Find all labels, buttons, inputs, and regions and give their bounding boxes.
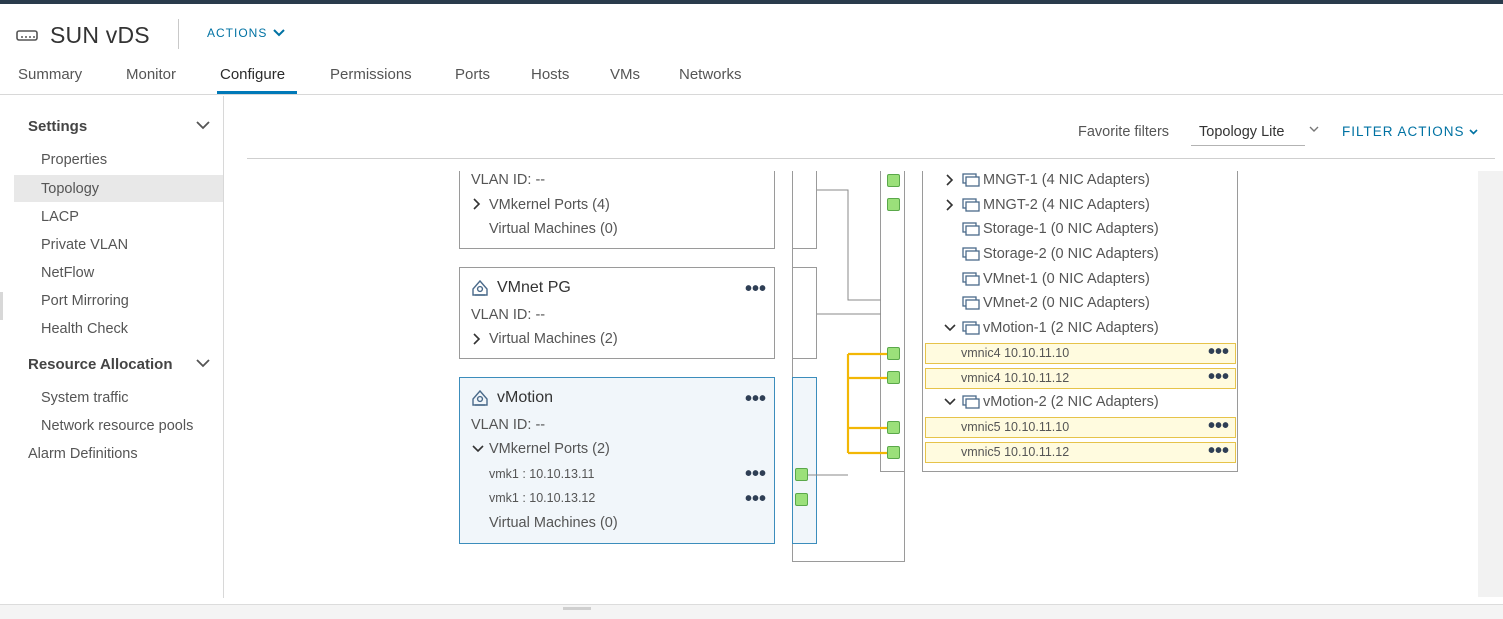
uplink-row[interactable]: Storage-1 (0 NIC Adapters) xyxy=(983,221,1159,237)
more-options-icon[interactable]: ••• xyxy=(1208,342,1229,362)
chevron-down-icon[interactable] xyxy=(944,398,956,406)
uplink-group-icon xyxy=(962,321,980,335)
uplink-port[interactable] xyxy=(887,198,900,211)
more-options-icon[interactable]: ••• xyxy=(1208,416,1229,436)
uplink-group-icon xyxy=(962,247,980,261)
chevron-down-icon[interactable] xyxy=(944,324,956,332)
uplink-group-icon xyxy=(962,395,980,409)
uplink-row[interactable]: Storage-2 (0 NIC Adapters) xyxy=(983,246,1159,262)
uplink-row[interactable]: VMnet-1 (0 NIC Adapters) xyxy=(983,271,1150,287)
chevron-right-icon[interactable] xyxy=(946,174,954,186)
uplink-group-icon xyxy=(962,222,980,236)
uplink-row[interactable]: MNGT-2 (4 NIC Adapters) xyxy=(983,197,1150,213)
chevron-right-icon[interactable] xyxy=(946,199,954,211)
more-options-icon[interactable]: ••• xyxy=(1208,367,1229,387)
uplink-row[interactable]: VMnet-2 (0 NIC Adapters) xyxy=(983,295,1150,311)
uplink-group-icon xyxy=(962,173,980,187)
uplink-group-icon xyxy=(962,296,980,310)
topology-connections xyxy=(808,189,894,476)
uplink-row[interactable]: vMotion-2 (2 NIC Adapters) xyxy=(983,394,1159,410)
nic-row[interactable]: vmnic4 10.10.11.12 ••• xyxy=(925,367,1236,389)
nic-label: vmnic4 10.10.11.10 xyxy=(961,346,1070,360)
uplink-row[interactable]: vMotion-1 (2 NIC Adapters) xyxy=(983,320,1159,336)
nic-label: vmnic4 10.10.11.12 xyxy=(961,371,1070,385)
bottom-panel-bar xyxy=(0,604,1503,619)
nic-row[interactable]: vmnic4 10.10.11.10 ••• xyxy=(925,342,1236,364)
nic-label: vmnic5 10.10.11.10 xyxy=(961,420,1070,434)
uplink-port[interactable] xyxy=(887,421,900,434)
vmkernel-port[interactable] xyxy=(795,468,808,481)
uplink-port[interactable] xyxy=(887,446,900,459)
uplink-port[interactable] xyxy=(887,371,900,384)
nic-row[interactable]: vmnic5 10.10.11.12 ••• xyxy=(925,441,1236,463)
uplink-row[interactable]: MNGT-1 (4 NIC Adapters) xyxy=(983,172,1150,188)
bottom-panel-handle[interactable] xyxy=(563,607,591,610)
uplink-port[interactable] xyxy=(887,347,900,360)
more-options-icon[interactable]: ••• xyxy=(1208,441,1229,461)
nic-row[interactable]: vmnic5 10.10.11.10 ••• xyxy=(925,416,1236,438)
uplink-port[interactable] xyxy=(887,174,900,187)
uplink-group-icon xyxy=(962,272,980,286)
nic-label: vmnic5 10.10.11.12 xyxy=(961,445,1070,459)
vmkernel-port[interactable] xyxy=(795,493,808,506)
uplink-group-icon xyxy=(962,198,980,212)
